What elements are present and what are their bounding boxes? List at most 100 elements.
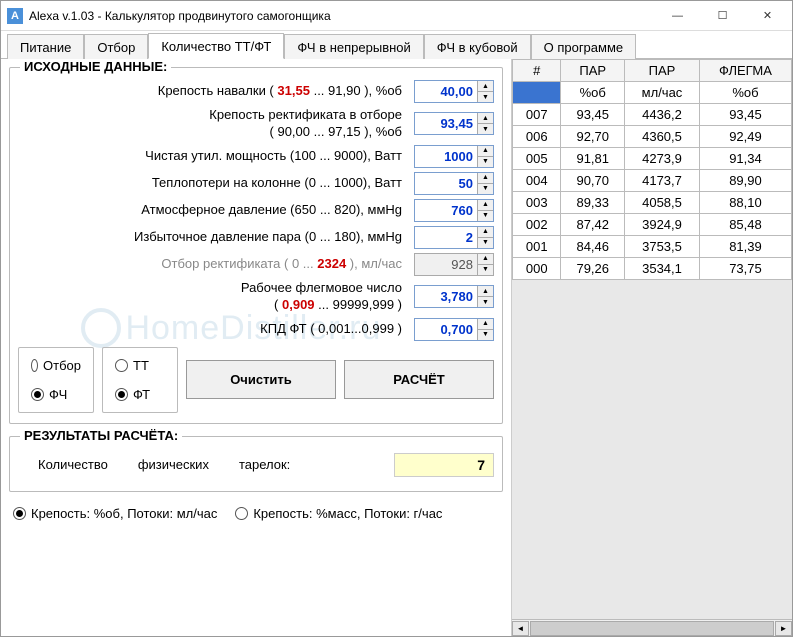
maximize-button[interactable]: ☐ xyxy=(700,2,745,30)
scroll-right-icon[interactable]: ► xyxy=(775,621,792,636)
tab-3[interactable]: ФЧ в непрерывной xyxy=(284,34,423,59)
table-row[interactable]: 00389,334058,588,10 xyxy=(513,192,792,214)
tab-1[interactable]: Отбор xyxy=(84,34,148,59)
cell: 4058,5 xyxy=(625,192,700,214)
col-header[interactable]: ПАР xyxy=(625,60,700,82)
withdraw-input[interactable] xyxy=(415,254,477,275)
down-icon[interactable]: ▼ xyxy=(478,157,493,167)
col-header[interactable]: # xyxy=(513,60,561,82)
table-row[interactable]: 00490,704173,789,90 xyxy=(513,170,792,192)
cell: 4173,7 xyxy=(625,170,700,192)
result-label-1: Количество xyxy=(38,457,108,472)
cell: 79,26 xyxy=(561,258,625,280)
down-icon[interactable]: ▼ xyxy=(478,211,493,221)
down-icon[interactable]: ▼ xyxy=(478,297,493,307)
radio-tt[interactable]: ТТ xyxy=(115,358,165,373)
up-icon[interactable]: ▲ xyxy=(478,113,493,124)
down-icon[interactable]: ▼ xyxy=(478,330,493,340)
col-subheader[interactable]: мл/час xyxy=(625,82,700,104)
col-header[interactable]: ФЛЕГМА xyxy=(699,60,791,82)
cell: 4436,2 xyxy=(625,104,700,126)
scroll-thumb[interactable] xyxy=(530,621,774,636)
hscrollbar[interactable]: ◄ ► xyxy=(512,619,792,636)
kpd-spinner[interactable]: ▲▼ xyxy=(414,318,494,341)
up-icon[interactable]: ▲ xyxy=(478,173,493,184)
cell: 3534,1 xyxy=(625,258,700,280)
atm-spinner[interactable]: ▲▼ xyxy=(414,199,494,222)
reflux-input[interactable] xyxy=(415,286,477,307)
strength-fill-spinner[interactable]: ▲▼ xyxy=(414,80,494,103)
tab-4[interactable]: ФЧ в кубовой xyxy=(424,34,531,59)
content-area: HomeDistiller.ru ИСХОДНЫЕ ДАННЫЕ: Крепос… xyxy=(1,59,792,636)
table-row[interactable]: 00793,454436,293,45 xyxy=(513,104,792,126)
table-row[interactable]: 00287,423924,985,48 xyxy=(513,214,792,236)
down-icon[interactable]: ▼ xyxy=(478,238,493,248)
strength-fill-input[interactable] xyxy=(415,81,477,102)
close-button[interactable]: ✕ xyxy=(745,2,790,30)
calc-button[interactable]: РАСЧЁТ xyxy=(344,360,494,399)
up-icon[interactable]: ▲ xyxy=(478,286,493,297)
units-opt2[interactable]: Крепость: %масс, Потоки: г/час xyxy=(235,506,442,521)
down-icon[interactable]: ▼ xyxy=(478,124,493,134)
strength-rect-input[interactable] xyxy=(415,113,477,134)
radio-fch[interactable]: ФЧ xyxy=(31,387,81,402)
overp-spinner[interactable]: ▲▼ xyxy=(414,226,494,249)
cell: 85,48 xyxy=(699,214,791,236)
tab-2[interactable]: Количество ТТ/ФТ xyxy=(148,33,284,59)
atm-input[interactable] xyxy=(415,200,477,221)
down-icon[interactable]: ▼ xyxy=(478,265,493,275)
tab-bar: ПитаниеОтборКоличество ТТ/ФТФЧ в непреры… xyxy=(1,31,792,59)
reflux-spinner[interactable]: ▲▼ xyxy=(414,285,494,308)
table-row[interactable]: 00591,814273,991,34 xyxy=(513,148,792,170)
cell: 001 xyxy=(513,236,561,258)
result-label-3: тарелок: xyxy=(239,457,290,472)
result-label-2: физических xyxy=(138,457,209,472)
cell: 000 xyxy=(513,258,561,280)
table-row[interactable]: 00692,704360,592,49 xyxy=(513,126,792,148)
power-input[interactable] xyxy=(415,146,477,167)
heatloss-spinner[interactable]: ▲▼ xyxy=(414,172,494,195)
up-icon[interactable]: ▲ xyxy=(478,146,493,157)
tab-0[interactable]: Питание xyxy=(7,34,84,59)
overp-input[interactable] xyxy=(415,227,477,248)
up-icon[interactable]: ▲ xyxy=(478,81,493,92)
col-header[interactable]: ПАР xyxy=(561,60,625,82)
col-subheader[interactable]: %об xyxy=(561,82,625,104)
up-icon[interactable]: ▲ xyxy=(478,319,493,330)
units-opt1[interactable]: Крепость: %об, Потоки: мл/час xyxy=(13,506,217,521)
table-scroll[interactable]: #ПАРПАРФЛЕГМА %обмл/час%об 00793,454436,… xyxy=(512,59,792,619)
clear-button[interactable]: Очистить xyxy=(186,360,336,399)
cell: 89,90 xyxy=(699,170,791,192)
result-group: РЕЗУЛЬТАТЫ РАСЧЁТА: Количество физически… xyxy=(9,436,503,492)
col-subheader[interactable]: %об xyxy=(699,82,791,104)
power-spinner[interactable]: ▲▼ xyxy=(414,145,494,168)
down-icon[interactable]: ▼ xyxy=(478,184,493,194)
reflux-label: Рабочее флегмовое число ( 0,909 ... 9999… xyxy=(18,280,414,314)
cell: 90,70 xyxy=(561,170,625,192)
table-row[interactable]: 00184,463753,581,39 xyxy=(513,236,792,258)
scroll-left-icon[interactable]: ◄ xyxy=(512,621,529,636)
right-panel: #ПАРПАРФЛЕГМА %обмл/час%об 00793,454436,… xyxy=(511,59,792,636)
strength-rect-spinner[interactable]: ▲▼ xyxy=(414,112,494,135)
table-row[interactable]: 00079,263534,173,75 xyxy=(513,258,792,280)
up-icon[interactable]: ▲ xyxy=(478,254,493,265)
app-window: A Alexa v.1.03 - Калькулятор продвинутог… xyxy=(0,0,793,637)
cell: 004 xyxy=(513,170,561,192)
tab-5[interactable]: О программе xyxy=(531,34,637,59)
kpd-input[interactable] xyxy=(415,319,477,340)
up-icon[interactable]: ▲ xyxy=(478,227,493,238)
app-icon: A xyxy=(7,8,23,24)
cell: 93,45 xyxy=(561,104,625,126)
radio-ft[interactable]: ФТ xyxy=(115,387,165,402)
power-label: Чистая утил. мощность (100 ... 9000), Ва… xyxy=(18,148,414,165)
up-icon[interactable]: ▲ xyxy=(478,200,493,211)
cell: 92,49 xyxy=(699,126,791,148)
heatloss-input[interactable] xyxy=(415,173,477,194)
cell: 3753,5 xyxy=(625,236,700,258)
cell: 005 xyxy=(513,148,561,170)
down-icon[interactable]: ▼ xyxy=(478,92,493,102)
minimize-button[interactable]: — xyxy=(655,2,700,30)
radio-otbor[interactable]: Отбор xyxy=(31,358,81,373)
col-subheader[interactable] xyxy=(513,82,561,104)
withdraw-spinner[interactable]: ▲▼ xyxy=(414,253,494,276)
